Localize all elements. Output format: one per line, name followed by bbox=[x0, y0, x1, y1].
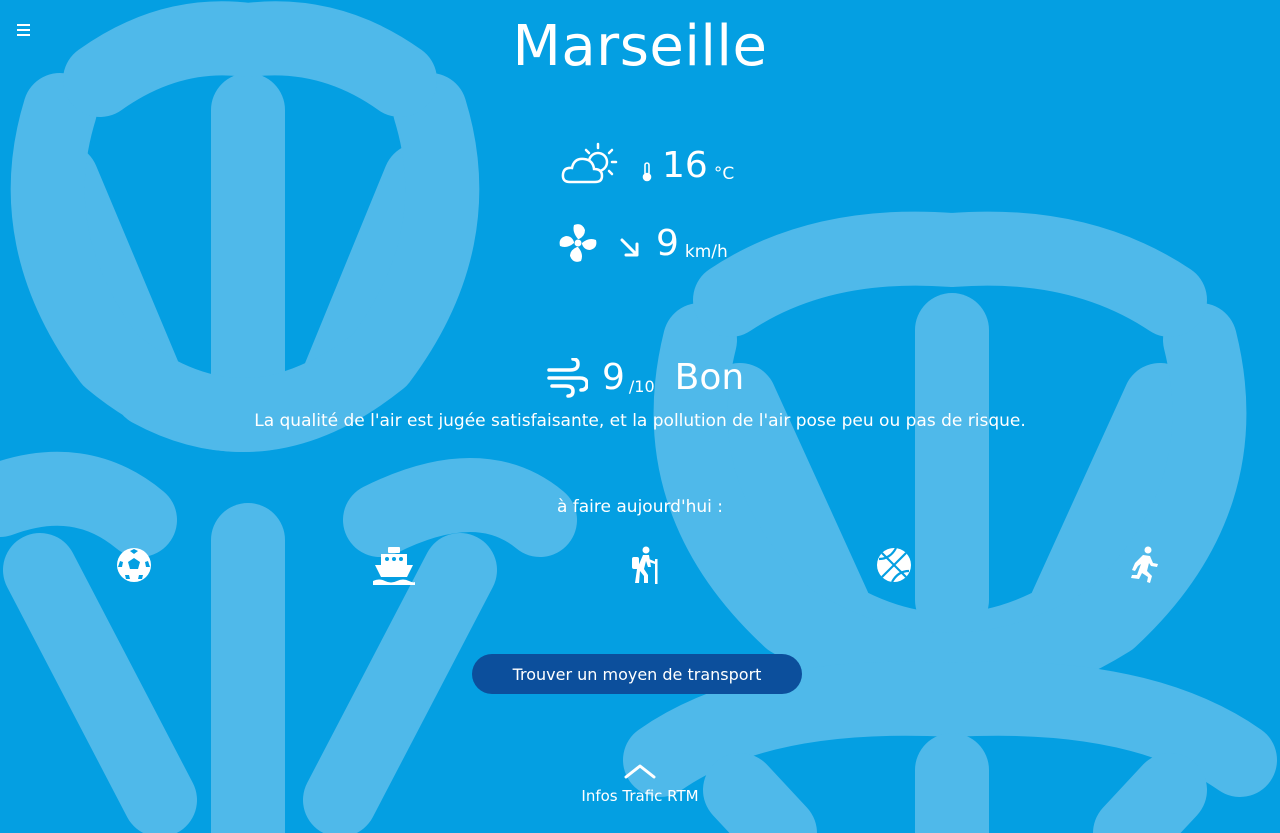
weather-summary: 16 °C bbox=[560, 140, 734, 186]
fan-icon bbox=[559, 224, 597, 262]
wind-icon bbox=[547, 358, 588, 398]
thermometer-icon bbox=[642, 162, 652, 182]
wind-summary: 9 km/h bbox=[558, 222, 728, 264]
temperature-value: 16 bbox=[662, 145, 708, 186]
partly-cloudy-icon bbox=[561, 142, 618, 184]
activity-boat[interactable] bbox=[371, 545, 415, 585]
air-quality-scale: /10 bbox=[628, 377, 655, 396]
arrow-down-right-icon bbox=[620, 238, 639, 257]
running-icon bbox=[1131, 546, 1158, 583]
city-title: Marseille bbox=[512, 14, 768, 79]
activity-running[interactable] bbox=[1123, 545, 1163, 585]
air-quality-summary: 9 /10 Bon bbox=[546, 358, 744, 398]
activity-soccer[interactable] bbox=[114, 545, 154, 585]
soccer-ball-icon bbox=[117, 548, 151, 582]
wind-speed-unit: km/h bbox=[684, 242, 728, 262]
find-transport-button[interactable]: Trouver un moyen de transport bbox=[472, 654, 802, 694]
wind-speed-value: 9 bbox=[656, 223, 679, 264]
air-quality-label: Bon bbox=[674, 357, 745, 398]
traffic-info-label: Infos Trafic RTM bbox=[581, 787, 699, 805]
air-quality-score: 9 bbox=[602, 357, 625, 398]
temperature-unit: °C bbox=[713, 164, 735, 184]
activity-hiking[interactable] bbox=[626, 545, 666, 585]
hiking-icon bbox=[632, 546, 658, 584]
activities-title: à faire aujourd'hui : bbox=[556, 497, 724, 517]
chevron-up-icon bbox=[624, 764, 656, 779]
traffic-info-link[interactable]: Infos Trafic RTM bbox=[0, 762, 1280, 806]
air-quality-description: La qualité de l'air est jugée satisfaisa… bbox=[254, 411, 1026, 431]
boat-icon bbox=[373, 547, 415, 585]
activity-basketball[interactable] bbox=[874, 545, 914, 585]
basketball-icon bbox=[877, 547, 911, 583]
